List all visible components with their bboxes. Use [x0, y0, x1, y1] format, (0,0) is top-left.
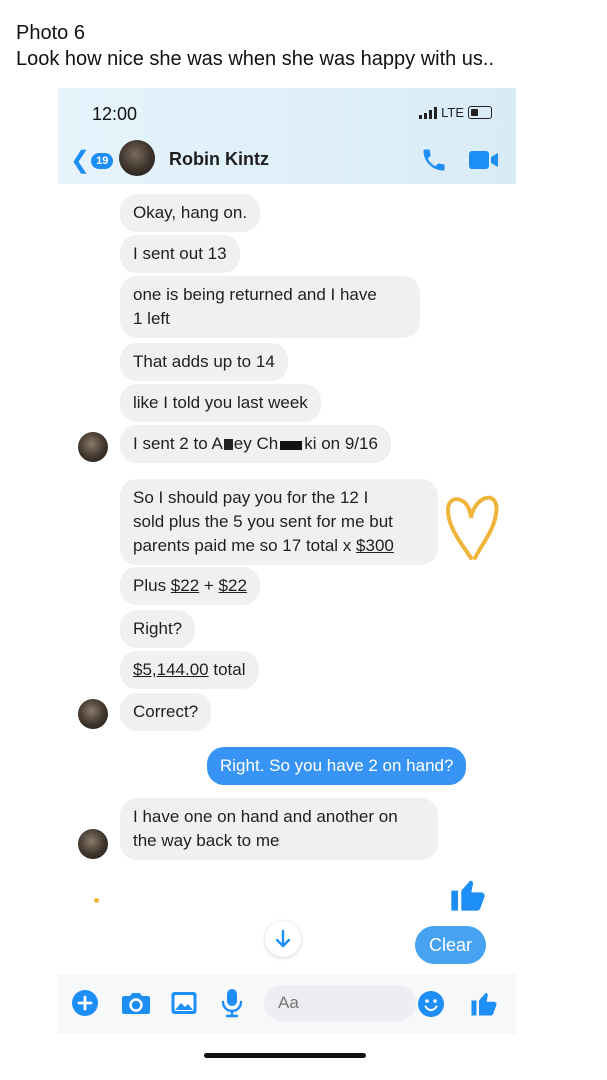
- back-chevron-icon: ❮: [70, 147, 91, 174]
- message-text-part: I sent 2 to A: [133, 434, 223, 453]
- message-bubble[interactable]: So I should pay you for the 12 I sold pl…: [120, 479, 438, 565]
- plus-icon[interactable]: [71, 989, 99, 1017]
- message-text-part: +: [199, 576, 219, 595]
- message-input[interactable]: [264, 985, 416, 1021]
- contact-avatar-small[interactable]: [78, 829, 108, 859]
- message-text: Correct?: [133, 702, 199, 721]
- home-indicator: [204, 1053, 366, 1058]
- status-indicators: LTE: [419, 105, 492, 120]
- message-text: Right. So you have 2 on hand?: [220, 756, 454, 775]
- unread-badge: 19: [91, 152, 114, 169]
- message-line: parents paid me so 17 total x $300: [133, 534, 425, 558]
- message-line: sold plus the 5 you sent for me but: [133, 512, 393, 531]
- status-time: 12:00: [92, 104, 138, 124]
- message-line: 1 left: [133, 309, 170, 328]
- outgoing-message-bubble[interactable]: Right. So you have 2 on hand?: [207, 747, 467, 785]
- message-text: like I told you last week: [133, 393, 308, 412]
- amount-link[interactable]: $22: [219, 576, 247, 595]
- message-text-part: Plus: [133, 576, 171, 595]
- phone-icon[interactable]: [420, 146, 448, 174]
- redaction-mark: [223, 439, 233, 450]
- message-line: one is being returned and I have: [133, 285, 377, 304]
- message-bubble[interactable]: $5,144.00 total: [120, 651, 259, 689]
- message-text: Okay, hang on.: [133, 203, 248, 222]
- message-text: I sent out 13: [133, 244, 227, 263]
- caption: Photo 6 Look how nice she was when she w…: [16, 20, 494, 72]
- message-line: So I should pay you for the 12 I: [133, 488, 369, 507]
- message-text-part: parents paid me so 17 total x: [133, 536, 357, 555]
- message-text-part: ey Ch: [233, 434, 279, 453]
- emoji-icon[interactable]: [417, 990, 445, 1018]
- message-bubble[interactable]: That adds up to 14: [120, 343, 288, 381]
- back-button[interactable]: ❮ 19: [70, 146, 114, 175]
- caption-subtitle: Look how nice she was when she was happy…: [16, 48, 495, 70]
- message-text: Right?: [133, 619, 183, 638]
- redaction-mark: [280, 441, 303, 450]
- amount-link[interactable]: $5,144.00: [133, 660, 209, 679]
- message-line: the way back to me: [133, 831, 280, 850]
- down-arrow-icon: [275, 929, 291, 948]
- caption-title: Photo 6: [16, 22, 85, 44]
- amount-link[interactable]: $22: [171, 576, 199, 595]
- image-icon[interactable]: [170, 990, 198, 1016]
- message-bubble[interactable]: Plus $22 + $22: [120, 567, 260, 605]
- message-bubble[interactable]: I sent 2 to A ey Ch ki on 9/16: [120, 425, 391, 463]
- phone-screenshot: 12:00 LTE ❮ 19 Robin Kintz Okay, hang on…: [58, 88, 516, 1073]
- thumbs-up-icon[interactable]: [448, 873, 488, 915]
- contact-avatar[interactable]: [119, 140, 155, 176]
- microphone-icon[interactable]: [220, 988, 244, 1018]
- conversation-header: 12:00 LTE ❮ 19 Robin Kintz: [58, 88, 516, 184]
- message-bubble[interactable]: like I told you last week: [120, 384, 321, 422]
- contact-name[interactable]: Robin Kintz: [169, 149, 269, 170]
- video-icon[interactable]: [468, 148, 500, 172]
- message-line: I have one on hand and another on: [133, 807, 398, 826]
- message-text-part: total: [208, 660, 246, 679]
- network-label: LTE: [441, 105, 464, 120]
- message-bubble[interactable]: Correct?: [120, 693, 212, 731]
- message-text: That adds up to 14: [133, 352, 275, 371]
- contact-avatar-small[interactable]: [78, 699, 108, 729]
- amount-link[interactable]: $300: [356, 536, 394, 555]
- camera-icon[interactable]: [121, 990, 151, 1016]
- battery-icon: [468, 106, 492, 119]
- contact-avatar-small[interactable]: [78, 432, 108, 462]
- message-bubble[interactable]: I sent out 13: [120, 235, 240, 273]
- heart-doodle-icon: [445, 495, 499, 560]
- message-bubble[interactable]: I have one on hand and another on the wa…: [120, 798, 438, 860]
- scroll-down-button[interactable]: [265, 921, 301, 957]
- thumbs-up-icon[interactable]: [469, 988, 499, 1018]
- clear-button[interactable]: Clear: [415, 926, 486, 964]
- message-bubble[interactable]: one is being returned and I have 1 left: [120, 276, 420, 338]
- message-bubble[interactable]: Okay, hang on.: [120, 194, 261, 232]
- message-bubble[interactable]: Right?: [120, 610, 196, 648]
- message-text-part: ki on 9/16: [304, 434, 378, 453]
- typing-dot: [94, 898, 99, 903]
- signal-icon: [419, 106, 438, 119]
